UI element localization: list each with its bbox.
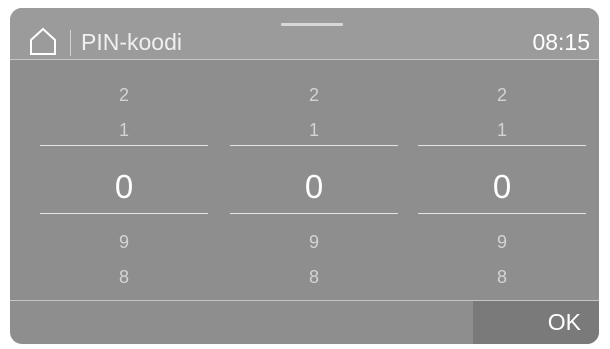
device-screen: PIN-koodi 08:15 2 1 0 9 8 2 1 0 9 8 2 1 …: [10, 8, 599, 344]
digit-option[interactable]: 1: [40, 120, 208, 141]
selection-line-bottom: [40, 213, 208, 214]
digit-option[interactable]: 2: [230, 85, 398, 106]
digit-option[interactable]: 9: [230, 232, 398, 253]
digit-option[interactable]: 2: [418, 85, 586, 106]
digit-option[interactable]: 1: [418, 120, 586, 141]
pin-digit-1-picker[interactable]: 2 1 0 9 8: [40, 60, 208, 300]
selection-line-bottom: [418, 213, 586, 214]
digit-option[interactable]: 1: [230, 120, 398, 141]
selection-line-top: [40, 145, 208, 146]
ok-button-label: OK: [547, 309, 581, 335]
selected-digit[interactable]: 0: [230, 168, 398, 206]
digit-option[interactable]: 9: [40, 232, 208, 253]
pin-digit-3-picker[interactable]: 2 1 0 9 8: [418, 60, 586, 300]
clock: 08:15: [532, 29, 590, 55]
header-divider: [70, 30, 71, 56]
selection-line-bottom: [230, 213, 398, 214]
selected-digit[interactable]: 0: [40, 168, 208, 206]
pull-down-handle[interactable]: [281, 23, 343, 26]
digit-option[interactable]: 9: [418, 232, 586, 253]
pin-digit-2-picker[interactable]: 2 1 0 9 8: [230, 60, 398, 300]
selected-digit[interactable]: 0: [418, 168, 586, 206]
digit-option[interactable]: 8: [418, 267, 586, 288]
digit-option[interactable]: 2: [40, 85, 208, 106]
home-icon: [30, 27, 56, 55]
digit-option[interactable]: 8: [230, 267, 398, 288]
digit-option[interactable]: 8: [40, 267, 208, 288]
selection-line-top: [418, 145, 586, 146]
page-title: PIN-koodi: [81, 29, 182, 55]
home-button[interactable]: [28, 26, 58, 56]
header-bar: PIN-koodi 08:15: [10, 8, 599, 59]
ok-button[interactable]: OK: [473, 301, 599, 344]
selection-line-top: [230, 145, 398, 146]
